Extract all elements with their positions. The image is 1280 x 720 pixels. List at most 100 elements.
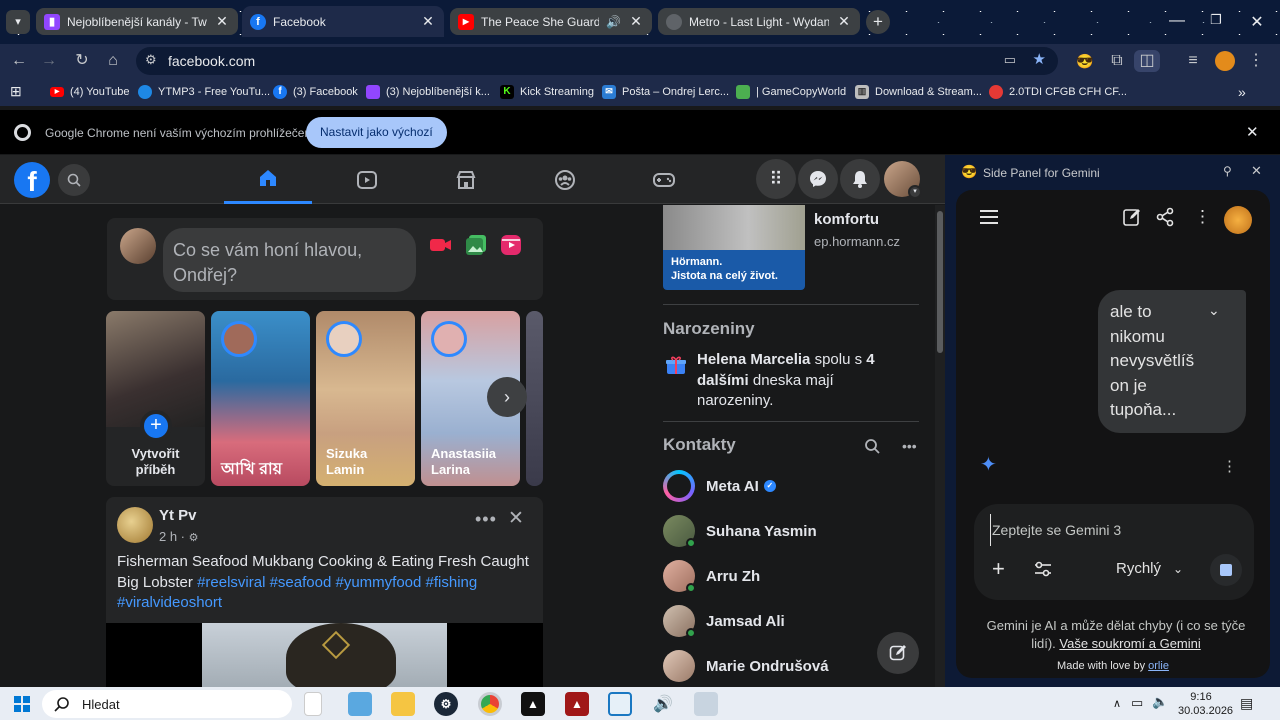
site-info-icon[interactable]: ⚙ (145, 52, 157, 68)
restore-button[interactable]: ❐ (1201, 12, 1231, 28)
extensions-puzzle-icon[interactable]: ⧉ (1106, 50, 1128, 72)
speaker-icon[interactable]: 🔊 (606, 15, 621, 29)
bookmark-ytmp3[interactable]: YTMP3 - Free YouTu... (138, 83, 270, 100)
tab-youtube[interactable]: ▶ The Peace She Guards | Am 🔊 ✕ (450, 8, 652, 35)
new-chat-icon[interactable] (1122, 207, 1142, 232)
nav-home[interactable] (224, 155, 312, 204)
bookmark-youtube[interactable]: ▶ (4) YouTube (50, 83, 130, 100)
tab-search-button[interactable]: ▾ (6, 10, 30, 34)
chrome-taskbar-icon[interactable] (478, 692, 502, 716)
contacts-search-icon[interactable] (864, 438, 880, 459)
post-close-icon[interactable]: ✕ (508, 507, 524, 530)
contact-meta-ai[interactable]: Meta AI ✓ (663, 470, 776, 502)
story-card[interactable]: আখি রায় (211, 311, 310, 486)
steam-icon[interactable]: ⚙ (434, 692, 458, 716)
search-icon[interactable] (58, 164, 90, 196)
bookmark-twitch[interactable]: (3) Nejoblíbenější k... (366, 83, 490, 100)
app-red-icon[interactable]: ▲ (565, 692, 589, 716)
bookmarks-overflow-icon[interactable]: » (1238, 83, 1246, 100)
reel-icon[interactable] (500, 234, 522, 256)
media-controls-icon[interactable]: ≡ (1182, 50, 1204, 72)
taskbar-search[interactable]: Hledat (42, 690, 292, 718)
response-more-icon[interactable]: ⋮ (1222, 457, 1237, 475)
contact-item[interactable]: Suhana Yasmin (663, 515, 817, 548)
story-create[interactable]: + Vytvořit příběh (106, 311, 205, 486)
volume-icon[interactable]: 🔈 (1152, 694, 1168, 710)
close-icon[interactable]: ✕ (420, 13, 436, 30)
new-tab-button[interactable]: + (866, 10, 890, 34)
prompt-input[interactable]: Zeptejte se Gemini 3 (990, 514, 1230, 546)
app-book-icon[interactable] (694, 692, 718, 716)
account-avatar[interactable]: ▾ (884, 161, 922, 199)
contact-item[interactable]: Arru Zh (663, 560, 760, 593)
tab-metro[interactable]: Metro - Last Light - Wydanie K ✕ (658, 8, 860, 35)
composer-avatar[interactable] (120, 228, 156, 264)
notification-center-icon[interactable]: ▤ (1240, 695, 1253, 712)
apps-grid-icon[interactable]: ⊞ (10, 83, 22, 100)
speaker-app-icon[interactable]: 🔊 (651, 692, 675, 716)
contact-item[interactable]: Marie Ondrušová (663, 650, 829, 682)
bookmark-facebook[interactable]: f (3) Facebook (273, 83, 358, 100)
close-panel-icon[interactable]: ✕ (1251, 163, 1262, 179)
more-vert-icon[interactable]: ⋮ (1194, 207, 1211, 227)
close-icon[interactable]: ✕ (836, 13, 852, 30)
minimize-button[interactable]: — (1162, 12, 1192, 30)
live-video-icon[interactable] (429, 236, 453, 254)
photo-video-icon[interactable] (465, 234, 487, 256)
sponsored-ad[interactable]: Hörmann. Jistota na celý život. komfortu… (663, 205, 919, 290)
privacy-link[interactable]: Vaše soukromí a Gemini (1059, 636, 1200, 651)
menu-grid-button[interactable]: ⠿ (756, 159, 796, 199)
author-link[interactable]: orlie (1148, 660, 1169, 672)
home-icon[interactable]: ⌂ (102, 50, 124, 72)
side-panel-icon[interactable]: ◫ (1134, 50, 1160, 72)
add-attachment-icon[interactable]: + (992, 556, 1005, 582)
facebook-logo[interactable]: f (14, 162, 50, 198)
close-window-button[interactable]: ✕ (1242, 12, 1272, 32)
notifications-button[interactable] (840, 159, 880, 199)
close-icon[interactable]: ✕ (214, 13, 230, 30)
tab-facebook[interactable]: f Facebook ✕ (242, 6, 444, 37)
story-card[interactable] (526, 311, 543, 486)
reload-icon[interactable]: ↻ (71, 50, 93, 72)
scrollbar-thumb[interactable] (937, 211, 943, 353)
contacts-more-icon[interactable]: ••• (902, 438, 917, 454)
close-icon[interactable]: ✕ (628, 13, 644, 30)
hamburger-menu-icon[interactable] (980, 210, 998, 224)
page-scrollbar[interactable] (935, 205, 945, 687)
post-author-avatar[interactable] (117, 507, 153, 543)
nav-groups[interactable] (521, 155, 609, 204)
post-author[interactable]: Yt Pv (159, 507, 197, 524)
address-bar[interactable]: ⚙ facebook.com ▭ ★ (136, 47, 1058, 75)
birthday-person[interactable]: Helena Marcelia (697, 351, 810, 368)
expand-chevron-icon[interactable]: ⌄ (1208, 302, 1220, 319)
bookmark-posta[interactable]: ✉ Pošta – Ondrej Lerc... (602, 83, 729, 100)
bookmark-gamecopyworld[interactable]: | GameCopyWorld (736, 83, 846, 100)
bookmark-star-icon[interactable]: ★ (1033, 50, 1046, 68)
bookmark-tdi[interactable]: 2.0TDI CFGB CFH CF... (989, 83, 1127, 100)
post-video[interactable] (106, 623, 543, 687)
install-app-icon[interactable]: ▭ (1004, 52, 1016, 68)
nav-video[interactable] (323, 155, 411, 204)
stories-next-button[interactable]: › (487, 377, 527, 417)
tools-icon[interactable] (1034, 561, 1052, 582)
windows-start-icon[interactable] (10, 692, 34, 716)
app-triangle-icon[interactable]: ▲ (521, 692, 545, 716)
set-default-button[interactable]: Nastavit jako výchozí (306, 117, 447, 148)
infobar-close-icon[interactable]: ✕ (1246, 123, 1259, 141)
unpin-icon[interactable]: ⚲ (1223, 164, 1232, 178)
menu-kebab-icon[interactable]: ⋮ (1245, 50, 1267, 72)
new-message-button[interactable] (877, 632, 919, 674)
story-card[interactable]: Sizuka Lamin (316, 311, 415, 486)
plus-icon[interactable]: + (140, 410, 172, 442)
extension-emoji-icon[interactable]: 😎 (1074, 50, 1096, 72)
gemini-user-avatar[interactable] (1224, 206, 1252, 234)
composer-input[interactable]: Co se vám honí hlavou, Ondřej? (163, 228, 416, 292)
image-viewer-icon[interactable] (348, 692, 372, 716)
clock[interactable]: 9:16 30.03.2026 (1178, 690, 1233, 718)
stop-button[interactable] (1210, 554, 1242, 586)
file-explorer-icon[interactable] (391, 692, 415, 716)
tab-twitch[interactable]: ▮ Nejoblíbenější kanály - Twitch ✕ (36, 8, 238, 35)
bookmark-download[interactable]: ▥ Download & Stream... (855, 83, 982, 100)
mode-selector[interactable]: Rychlý ⌄ (1116, 560, 1183, 578)
back-icon[interactable]: ← (8, 50, 30, 72)
